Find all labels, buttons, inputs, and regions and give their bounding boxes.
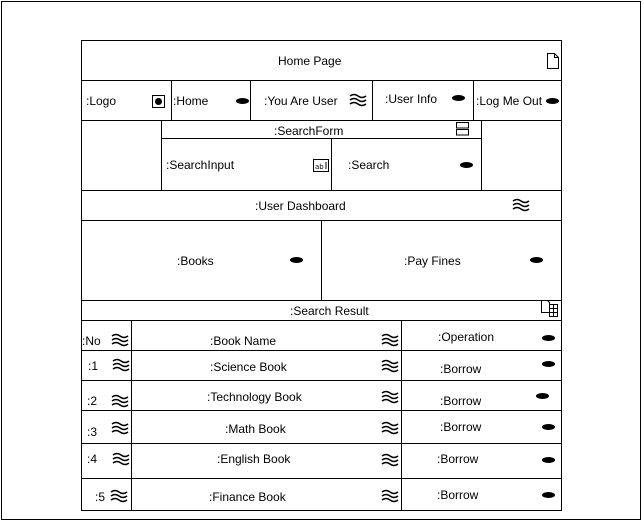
home-button-icon — [236, 98, 249, 104]
search-form-title: :SearchForm — [274, 124, 344, 138]
log-out-label: :Log Me Out — [476, 94, 543, 108]
col-no-label: :No — [82, 334, 101, 348]
col-operation-button-icon — [542, 335, 555, 341]
row-no-wave-icon — [112, 452, 130, 466]
row-name-wave-icon — [381, 453, 399, 467]
row-no-wave-icon — [110, 489, 128, 503]
svg-text:ab: ab — [315, 163, 324, 171]
page-title: Home Page — [278, 54, 342, 68]
search-button-label: :Search — [348, 158, 390, 172]
borrow-button[interactable] — [401, 443, 562, 479]
log-out-button-icon — [546, 98, 559, 104]
page-icon — [547, 53, 559, 69]
pay-fines-button-icon — [530, 257, 543, 263]
books-label: :Books — [177, 254, 214, 268]
label-wave-icon — [349, 93, 367, 107]
table-icon — [541, 300, 558, 317]
row-no-wave-icon — [111, 394, 129, 408]
borrow-label: :Borrow — [437, 452, 479, 466]
borrow-button-icon — [536, 393, 549, 399]
borrow-button[interactable] — [401, 478, 562, 511]
borrow-button-icon — [542, 492, 555, 498]
search-button-icon — [460, 162, 473, 168]
row-name-wave-icon — [381, 421, 399, 435]
row-book-name-label: :English Book — [217, 452, 291, 466]
row-no: :5 — [95, 490, 106, 504]
row-book-name-label: :Science Book — [210, 360, 287, 374]
row-no: :1 — [88, 359, 99, 373]
row-book-name-label: :Technology Book — [207, 390, 302, 404]
row-no-wave-icon — [111, 421, 129, 435]
row-name-wave-icon — [381, 390, 399, 404]
search-result-title: :Search Result — [290, 304, 369, 318]
borrow-button-icon — [542, 361, 555, 367]
row-book-name-label: :Math Book — [225, 422, 286, 436]
col-operation-label: :Operation — [438, 330, 495, 344]
books-button-icon — [290, 257, 303, 263]
user-info-label: :User Info — [385, 92, 438, 106]
row-no: :2 — [87, 394, 98, 408]
row-no: :4 — [87, 452, 98, 466]
borrow-label: :Borrow — [437, 488, 479, 502]
radio-icon — [152, 95, 165, 108]
pay-fines-label: :Pay Fines — [404, 254, 461, 268]
search-input-label: :SearchInput — [166, 158, 235, 172]
user-info-button-icon — [452, 95, 465, 101]
borrow-button-icon — [542, 457, 555, 463]
col-book-name-label: :Book Name — [210, 334, 277, 348]
you-are-user-label: :You Are User — [264, 94, 338, 108]
row-name-wave-icon — [381, 359, 399, 373]
row-no-wave-icon — [112, 358, 130, 372]
borrow-label: :Borrow — [440, 394, 482, 408]
col-book-name-wave-icon — [381, 333, 399, 347]
row-no: :3 — [87, 425, 98, 439]
row-book-name-label: :Finance Book — [209, 490, 286, 504]
home-label: :Home — [173, 94, 209, 108]
col-no-wave-icon — [111, 333, 129, 347]
borrow-label: :Borrow — [440, 420, 482, 434]
user-dashboard-title: :User Dashboard — [255, 199, 346, 213]
row-name-wave-icon — [381, 489, 399, 503]
borrow-label: :Borrow — [440, 362, 482, 376]
textfield-icon: ab — [313, 159, 329, 172]
logo-label: :Logo — [86, 94, 117, 108]
borrow-button-icon — [542, 424, 555, 430]
borrow-button[interactable] — [401, 350, 562, 381]
dashboard-wave-icon — [512, 198, 530, 212]
borrow-button[interactable] — [401, 410, 562, 444]
form-icon — [456, 122, 469, 136]
